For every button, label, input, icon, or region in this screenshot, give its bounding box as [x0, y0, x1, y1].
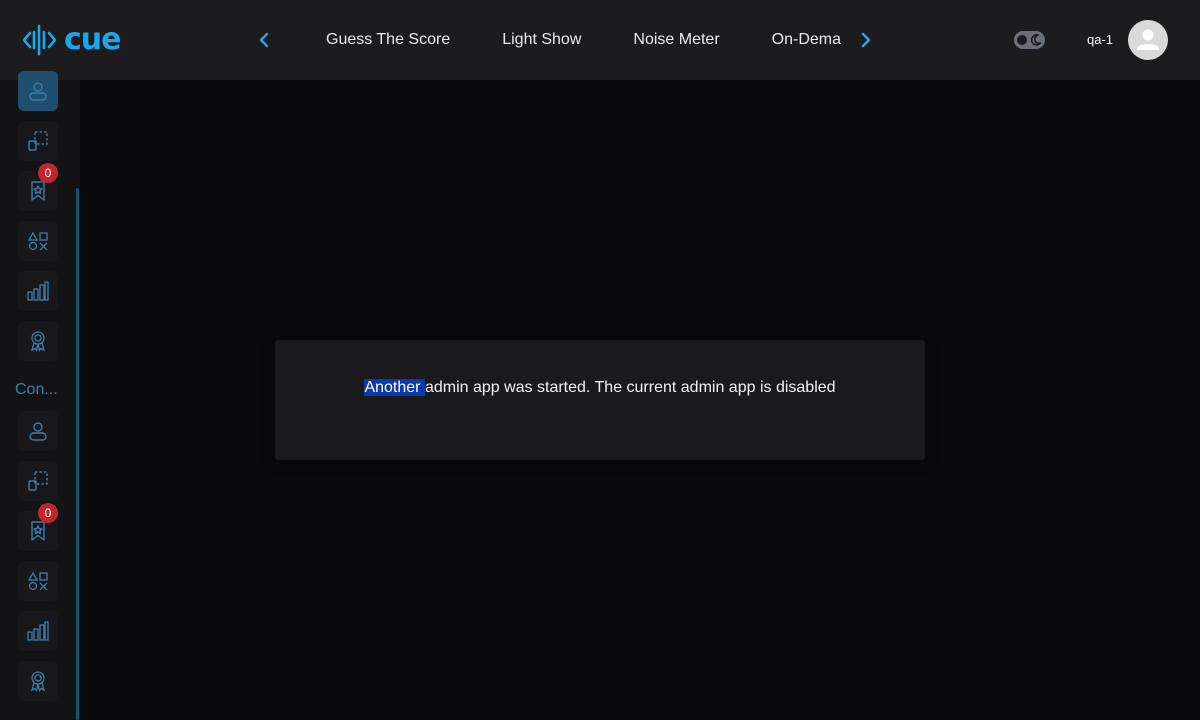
theme-toggle[interactable]	[1014, 31, 1045, 49]
sidebar-item-games-2[interactable]	[18, 561, 58, 601]
sidebar-item-layout[interactable]	[18, 121, 58, 161]
award-icon	[30, 331, 46, 352]
shapes-icon	[27, 231, 48, 251]
user-icon	[29, 422, 47, 441]
username: qa-1	[1087, 32, 1114, 47]
sidebar-item-rewards[interactable]	[18, 321, 58, 361]
bar-chart-icon	[27, 281, 49, 301]
notification-badge: 0	[38, 503, 58, 523]
sidebar-item-profile-2[interactable]	[18, 411, 58, 451]
sidebar-item-analytics[interactable]	[18, 271, 58, 311]
sidebar-item-analytics-2[interactable]	[18, 611, 58, 651]
tabs-prev-button[interactable]	[252, 28, 276, 52]
sidebar-section-label: Con...	[15, 381, 58, 398]
shapes-icon	[27, 571, 48, 591]
bar-chart-icon	[27, 621, 49, 641]
bookmark-star-icon	[31, 181, 45, 201]
user-icon	[1137, 29, 1159, 50]
layout-icon	[28, 131, 48, 151]
notification-badge: 0	[38, 163, 58, 183]
sidebar-item-games[interactable]	[18, 221, 58, 261]
selected-text: Another	[364, 379, 425, 396]
tab-on-demand[interactable]: On-Demand	[746, 20, 841, 60]
bookmark-star-icon	[31, 521, 45, 541]
left-sidebar: 0 Con... 0	[0, 71, 80, 720]
sidebar-item-profile[interactable]	[18, 71, 58, 111]
moon-icon	[1030, 34, 1042, 46]
logo-text: cue	[64, 22, 121, 57]
dialog-message: Another admin app was started. The curre…	[350, 376, 850, 400]
chevron-left-icon	[259, 32, 269, 48]
tab-light-show[interactable]: Light Show	[476, 20, 607, 60]
sidebar-item-layout-2[interactable]	[18, 461, 58, 501]
tabs-next-button[interactable]	[854, 28, 878, 52]
award-icon	[30, 671, 46, 692]
tabs-viewport: Guess The Score Light Show Noise Meter O…	[300, 20, 841, 60]
sidebar-item-bookmarks-2[interactable]: 0	[18, 503, 58, 551]
tab-guess-the-score[interactable]: Guess The Score	[300, 20, 476, 60]
tab-noise-meter[interactable]: Noise Meter	[607, 20, 745, 60]
tabs-strip: Guess The Score Light Show Noise Meter O…	[300, 20, 841, 60]
user-icon	[29, 82, 47, 101]
sidebar-item-rewards-2[interactable]	[18, 661, 58, 701]
app-root: cue Guess The Score Light Show Noise Met…	[0, 0, 1200, 720]
top-header: cue Guess The Score Light Show Noise Met…	[0, 0, 1200, 80]
cue-logo[interactable]: cue	[22, 22, 132, 58]
dialog-message-text: admin app was started. The current admin…	[424, 379, 836, 396]
toggle-knob	[1017, 35, 1027, 45]
sidebar-item-bookmarks[interactable]: 0	[18, 163, 58, 211]
sidebar-scrollbar[interactable]	[76, 188, 79, 720]
sound-wave-icon	[22, 24, 57, 56]
app-disabled-dialog: Another admin app was started. The curre…	[275, 340, 925, 460]
chevron-right-icon	[861, 32, 871, 48]
layout-icon	[28, 471, 48, 491]
avatar[interactable]	[1128, 20, 1168, 60]
